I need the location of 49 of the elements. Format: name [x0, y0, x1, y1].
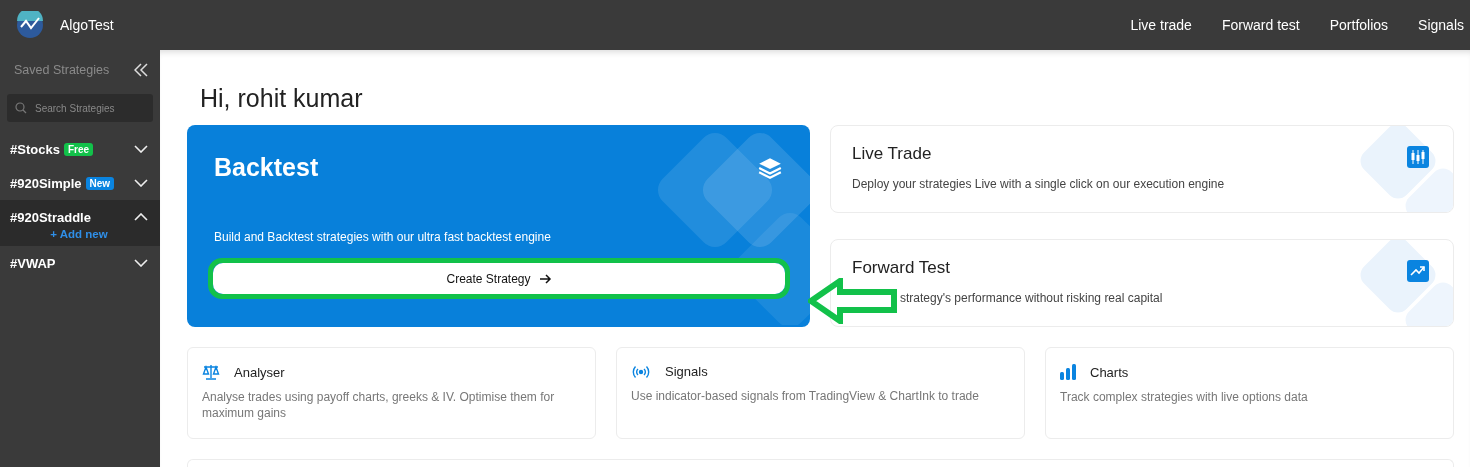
card-title: Live Trade — [852, 144, 933, 164]
tool-card[interactable]: Signals Use indicator-based signals from TradingView & ChartInk to trade — [616, 347, 1025, 439]
nav-link[interactable]: Forward test — [1221, 17, 1300, 33]
chevron-down-icon[interactable] — [134, 259, 148, 267]
trend-chart-icon — [1407, 260, 1429, 282]
card-description: Deploy your strategies Live with a single click on our execution engine — [852, 177, 1226, 191]
card-description: Track complex strategies with live options data — [1060, 389, 1309, 405]
strategy-name: #920Simple — [10, 175, 82, 191]
tag: New — [85, 176, 115, 190]
strategy-name: #Stocks — [10, 141, 60, 157]
tool-card[interactable]: Charts Track complex strategies with live options data — [1045, 347, 1454, 439]
add-new-link[interactable]: + Add new — [10, 228, 148, 240]
tool-card[interactable]: Analyser Analyse trades using payoff charts, greeks & IV. Optimise them for maximum gains — [187, 347, 596, 439]
balance-scale-icon — [202, 364, 220, 380]
card-title: Charts — [1090, 364, 1129, 380]
card-title: Forward Test — [852, 258, 951, 278]
logo-icon — [16, 11, 44, 39]
greeting: Hi, rohit kumar — [200, 84, 364, 113]
nav-link[interactable]: Portfolios — [1329, 17, 1389, 33]
search-field[interactable]: Search Strategies — [7, 94, 153, 122]
chevron-up-icon[interactable] — [134, 213, 148, 221]
card-description: Build and Backtest strategies with our ultra fast backtest engine — [214, 230, 552, 244]
create-strategy-button[interactable]: Create Strategy — [213, 263, 785, 294]
strategy-name: #VWAP — [10, 255, 56, 271]
nav-link[interactable]: Signals — [1418, 17, 1464, 33]
chevron-down-icon[interactable] — [134, 145, 148, 153]
app-name: AlgoTest — [60, 17, 114, 33]
card-description: Analyse trades using payoff charts, greeks & IV. Optimise them for maximum gains — [202, 389, 556, 421]
card-description: strategy's performance without risking real capital — [899, 291, 1164, 305]
candlestick-icon — [1407, 146, 1429, 168]
tag: Free — [63, 142, 93, 156]
strategy-group[interactable]: #920Simple New — [0, 166, 160, 200]
strategy-name: #920Straddle — [10, 209, 91, 225]
feature-card[interactable]: Forward Test strategy's performance without risking real capital — [830, 239, 1454, 327]
broadcast-icon — [631, 364, 651, 379]
chevron-down-icon[interactable] — [134, 179, 148, 187]
collapse-icon[interactable] — [134, 62, 148, 78]
card-description: Use indicator-based signals from TradingView & ChartInk to trade — [631, 388, 980, 404]
strategy-group[interactable]: #Stocks Free — [0, 132, 160, 166]
card-title: Analyser — [234, 364, 285, 380]
feature-card[interactable]: Live Trade Deploy your strategies Live with a single click on our execution engine — [830, 125, 1454, 213]
strategy-group[interactable]: #920Straddle + Add new — [0, 200, 160, 246]
strategy-group[interactable]: #VWAP — [0, 246, 160, 280]
arrow-right-icon — [538, 272, 552, 285]
card-title: Backtest — [214, 153, 319, 182]
bar-chart-icon — [1060, 364, 1076, 380]
card-title: Signals — [665, 364, 708, 379]
sidebar-title: Saved Strategies — [14, 63, 110, 77]
nav-link[interactable]: Live trade — [1130, 17, 1192, 33]
